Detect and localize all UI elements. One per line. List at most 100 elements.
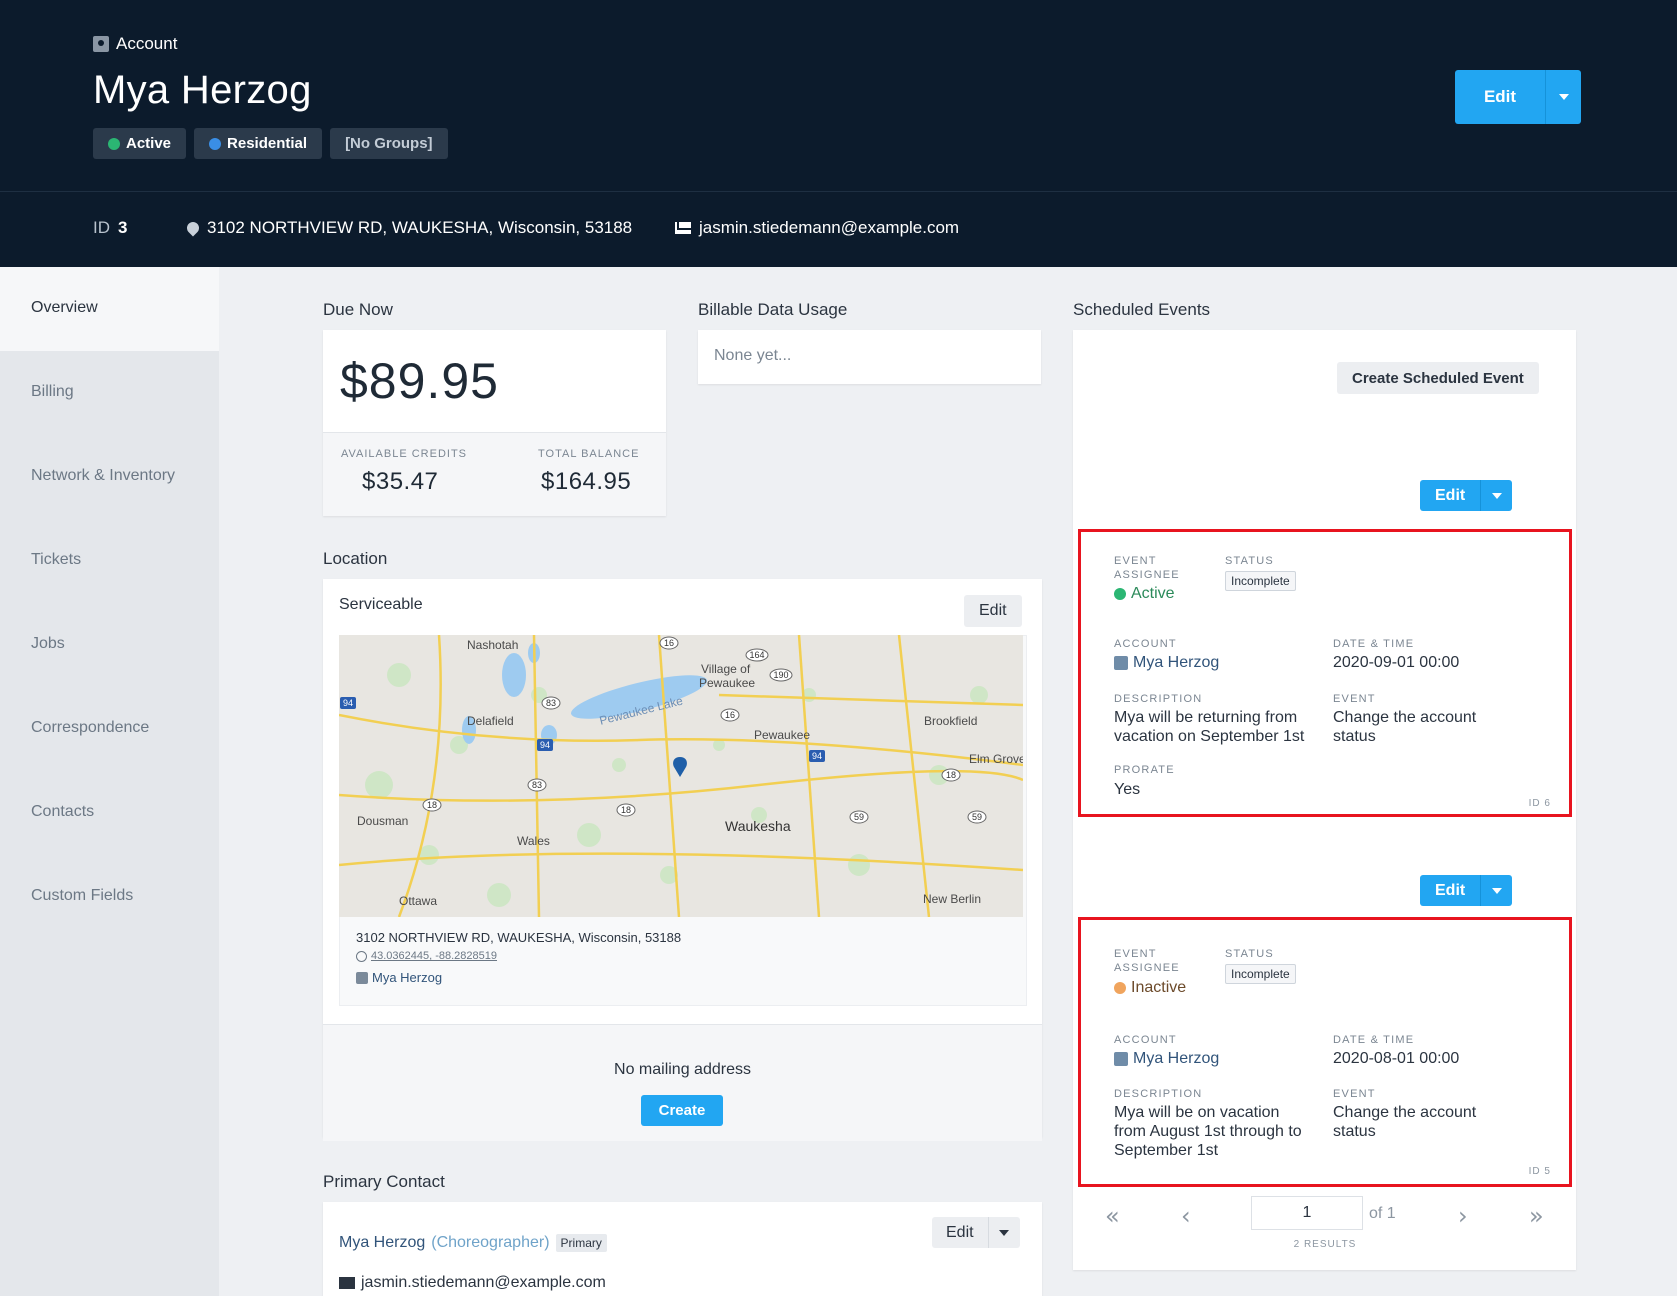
contact-edit-dropdown-button[interactable] xyxy=(987,1217,1020,1248)
route-label: 18 xyxy=(621,805,631,815)
sidebar-item-jobs[interactable]: Jobs xyxy=(31,635,65,653)
route-shield: 94 xyxy=(809,750,825,762)
assignee-value: Active xyxy=(1131,585,1175,602)
event-5-edit-dropdown-button[interactable] xyxy=(1480,875,1513,906)
coordinates-text: 43.0362445, -88.2828519 xyxy=(371,950,498,962)
create-mailing-address-button[interactable]: Create xyxy=(641,1095,723,1126)
status-dot-icon xyxy=(108,137,120,150)
account-meta-bar: ID 3 3102 NORTHVIEW RD, WAUKESHA, Wiscon… xyxy=(0,191,1677,267)
event-type: Change the account status xyxy=(1333,1103,1476,1141)
account-id: ID 3 xyxy=(93,218,127,238)
location-title: Location xyxy=(323,549,388,568)
next-page-icon[interactable]: › xyxy=(1458,1202,1468,1230)
type-badge-label: Residential xyxy=(227,135,308,152)
event-account-link[interactable]: Mya Herzog xyxy=(1114,653,1219,672)
account-address[interactable]: 3102 NORTHVIEW RD, WAUKESHA, Wisconsin, … xyxy=(184,218,633,238)
page-count: of 1 xyxy=(1369,1205,1396,1222)
available-credits: AVAILABLE CREDITS $35.47 xyxy=(341,448,467,496)
account-icon xyxy=(93,36,109,52)
assignee-value: Inactive xyxy=(1131,979,1187,996)
assignee-word: ASSIGNEE xyxy=(1114,569,1180,581)
scheduled-event-5[interactable]: EVENT ASSIGNEE STATUS Incomplete Inactiv… xyxy=(1078,917,1572,1187)
due-now-footer: AVAILABLE CREDITS $35.47 TOTAL BALANCE $… xyxy=(323,432,666,516)
service-location: Serviceable Edit Nashotah Village of Pew… xyxy=(323,579,1042,1024)
map-label: Nashotah xyxy=(467,638,518,652)
event-type: Change the account status xyxy=(1333,708,1476,746)
map-label: Wales xyxy=(517,834,550,848)
sidebar-nav: Overview Billing Network & Inventory Tic… xyxy=(0,267,219,1296)
sidebar-item-tickets[interactable]: Tickets xyxy=(31,551,81,569)
account-label: ACCOUNT xyxy=(1114,1034,1177,1046)
assignee-label: EVENT ASSIGNEE xyxy=(1114,947,1180,975)
data-usage-card: None yet... xyxy=(698,330,1041,384)
map-svg: Nashotah Village of Pewaukee Pewaukee La… xyxy=(339,635,1023,917)
route-shield: 83 xyxy=(527,778,547,792)
event-account-name: Mya Herzog xyxy=(1133,654,1220,671)
event-5-edit-button[interactable]: Edit xyxy=(1420,875,1481,906)
account-id-value: 3 xyxy=(118,218,128,237)
prev-page-icon[interactable]: ‹ xyxy=(1181,1202,1191,1230)
map-label: Pewaukee xyxy=(699,676,755,690)
location-map[interactable]: Nashotah Village of Pewaukee Pewaukee La… xyxy=(339,635,1023,917)
account-address-text: 3102 NORTHVIEW RD, WAUKESHA, Wisconsin, … xyxy=(207,218,633,237)
event-6-edit-split-button: Edit xyxy=(1420,480,1513,511)
location-address: 3102 NORTHVIEW RD, WAUKESHA, Wisconsin, … xyxy=(356,930,682,945)
route-shield: 164 xyxy=(745,648,769,662)
breadcrumb[interactable]: Account xyxy=(93,34,177,54)
page-number-input[interactable]: 1 xyxy=(1251,1196,1363,1230)
location-edit-button[interactable]: Edit xyxy=(964,595,1022,627)
datetime-label: DATE & TIME xyxy=(1333,1034,1415,1046)
event-account-link[interactable]: Mya Herzog xyxy=(1114,1049,1219,1068)
sidebar-item-correspondence[interactable]: Correspondence xyxy=(31,719,149,737)
location-account-link[interactable]: Mya Herzog xyxy=(356,970,442,985)
sidebar-item-network-inventory[interactable]: Network & Inventory xyxy=(31,467,175,485)
event-word: EVENT xyxy=(1114,948,1157,960)
sidebar-item-contacts[interactable]: Contacts xyxy=(31,803,94,821)
primary-contact-title: Primary Contact xyxy=(323,1172,445,1191)
event-6-edit-dropdown-button[interactable] xyxy=(1480,480,1513,511)
create-scheduled-event-button[interactable]: Create Scheduled Event xyxy=(1337,362,1539,394)
header-edit-button[interactable]: Edit xyxy=(1455,70,1545,124)
event-type-line: Change the account xyxy=(1333,709,1477,726)
location-pin-icon xyxy=(184,219,202,237)
sidebar-item-billing[interactable]: Billing xyxy=(31,383,74,401)
groups-badge: [No Groups] xyxy=(330,128,448,159)
due-amount: $89.95 xyxy=(340,353,499,409)
contact-edit-button[interactable]: Edit xyxy=(932,1217,988,1248)
assignee-label: EVENT ASSIGNEE xyxy=(1114,554,1180,582)
route-label: 190 xyxy=(773,670,788,680)
due-now-title: Due Now xyxy=(323,300,393,319)
route-shield: 18 xyxy=(422,798,442,812)
map-label: Dousman xyxy=(357,814,408,828)
event-type-line: status xyxy=(1333,1123,1376,1140)
route-shield: 18 xyxy=(616,803,636,817)
location-card: Serviceable Edit Nashotah Village of Pew… xyxy=(323,579,1042,1141)
route-shield: 16 xyxy=(720,708,740,722)
contact-email[interactable]: jasmin.stiedemann@example.com xyxy=(339,1274,606,1292)
event-word: EVENT xyxy=(1114,555,1157,567)
assignee-word: ASSIGNEE xyxy=(1114,962,1180,974)
event-6-edit-button[interactable]: Edit xyxy=(1420,480,1481,511)
first-page-icon[interactable]: « xyxy=(1105,1202,1120,1230)
scheduled-event-6[interactable]: EVENT ASSIGNEE STATUS Incomplete Active … xyxy=(1078,529,1572,817)
chevron-down-icon xyxy=(1491,492,1502,499)
status-badge: Incomplete xyxy=(1225,964,1296,984)
prorate-label: PRORATE xyxy=(1114,764,1175,776)
header-edit-dropdown-button[interactable] xyxy=(1545,70,1581,124)
contact-edit-split-button: Edit xyxy=(932,1217,1020,1248)
credits-label: AVAILABLE CREDITS xyxy=(341,448,468,460)
status-badge: Active xyxy=(93,128,187,159)
route-label: 83 xyxy=(532,780,542,790)
location-coordinates-link[interactable]: 43.0362445, -88.2828519 xyxy=(356,950,497,962)
route-shield: 83 xyxy=(541,696,561,710)
sidebar-item-overview[interactable]: Overview xyxy=(0,267,219,351)
last-page-icon[interactable]: » xyxy=(1529,1202,1544,1230)
sidebar-item-custom-fields[interactable]: Custom Fields xyxy=(31,887,133,905)
account-email[interactable]: jasmin.stiedemann@example.com xyxy=(675,218,959,238)
map-label: Brookfield xyxy=(924,714,977,728)
route-shield: 94 xyxy=(537,739,553,751)
event-type-label: EVENT xyxy=(1333,693,1376,705)
route-shield: 16 xyxy=(659,636,679,650)
contact-name[interactable]: Mya Herzog xyxy=(339,1234,425,1252)
credits-value: $35.47 xyxy=(362,468,439,495)
